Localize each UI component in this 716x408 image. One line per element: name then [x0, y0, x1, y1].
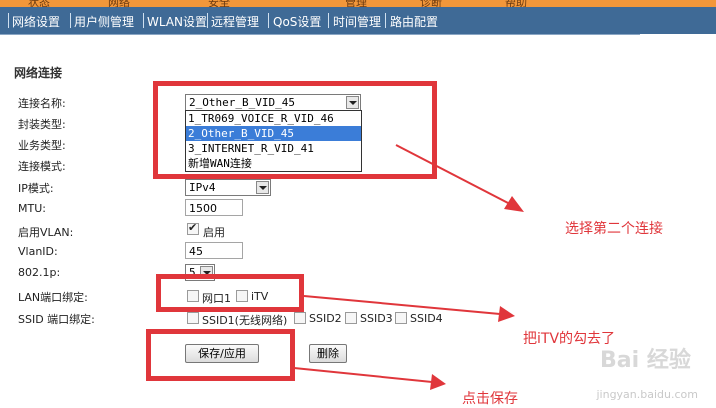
watermark-url: jingyan.baidu.com: [596, 388, 698, 401]
annotation-select-second: 选择第二个连接: [565, 221, 663, 237]
annotation-click-save: 点击保存: [462, 391, 518, 407]
baidu-jingyan-logo: Bai 经验: [600, 348, 691, 373]
